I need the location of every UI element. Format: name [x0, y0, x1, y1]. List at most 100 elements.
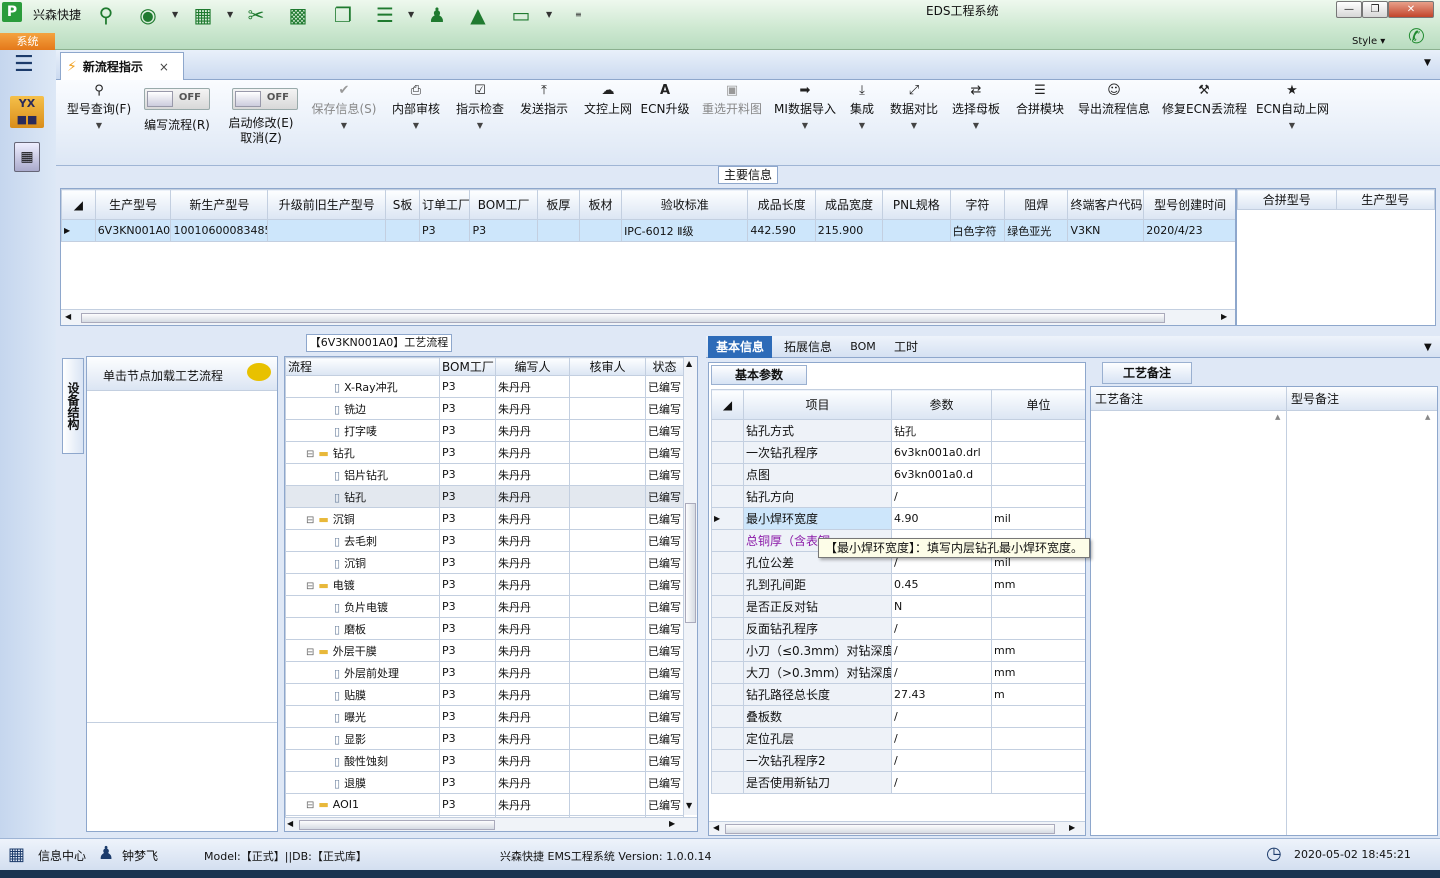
list-icon[interactable]: ☰: [372, 4, 398, 26]
process-bom-cell[interactable]: P3: [439, 727, 496, 750]
param-name-cell[interactable]: 叠板数: [743, 705, 892, 728]
process-status-cell[interactable]: 已编写: [645, 419, 684, 442]
tab-new-process[interactable]: ⚡ 新流程指示 ×: [60, 52, 184, 80]
scroll-right-icon[interactable]: ▶: [1069, 823, 1075, 832]
process-bom-cell[interactable]: P3: [439, 771, 496, 794]
tab-process-remark[interactable]: 工艺备注: [1102, 362, 1192, 384]
column-header[interactable]: 订单工厂: [418, 189, 471, 220]
tab-bom[interactable]: BOM: [846, 336, 880, 358]
param-row[interactable]: 点图 6v3kn001a0.d: [711, 463, 1085, 486]
process-reviewer-cell[interactable]: [569, 507, 646, 530]
ecn-auto-online-button[interactable]: ★ ECN自动上网 ▼: [1256, 82, 1329, 130]
process-node-cell[interactable]: ⊟ ▬ AOI1: [285, 793, 440, 816]
scroll-left-icon[interactable]: ◀: [713, 823, 719, 832]
table-cell[interactable]: P3: [469, 219, 538, 242]
horizontal-scrollbar[interactable]: ◀ ▶: [285, 817, 697, 831]
param-value-cell[interactable]: /: [891, 661, 992, 684]
scroll-right-icon[interactable]: ▶: [669, 819, 675, 828]
process-node-cell[interactable]: ⊟ ▬ 外层干膜: [285, 639, 440, 662]
process-status-cell[interactable]: 已编写: [645, 573, 684, 596]
process-tree-row[interactable]: ▯ 贴膜 P3 朱丹丹 已编写: [285, 683, 684, 706]
model-remark-scrollbar[interactable]: ▲: [1425, 413, 1437, 833]
param-name-cell[interactable]: 反面钻孔程序: [743, 617, 892, 640]
process-status-cell[interactable]: 已编写: [645, 639, 684, 662]
scroll-up-icon[interactable]: ▲: [1275, 413, 1287, 421]
process-status-cell[interactable]: 已编写: [645, 595, 684, 618]
data-compare-button[interactable]: ⤢ 数据对比 ▼: [886, 82, 942, 130]
process-node-cell[interactable]: ▯ 曝光: [285, 705, 440, 728]
chevron-down-icon[interactable]: ▼: [546, 10, 552, 19]
process-bom-cell[interactable]: P3: [439, 683, 496, 706]
column-header[interactable]: 生产型号: [94, 189, 172, 220]
factory-icon[interactable]: YX ■■: [10, 96, 44, 128]
close-tab-icon[interactable]: ×: [159, 60, 169, 74]
param-unit-cell[interactable]: [991, 727, 1085, 750]
remark-scrollbar[interactable]: ▲: [1275, 413, 1287, 833]
param-row[interactable]: ▶ 最小焊环宽度 4.90 mil: [711, 507, 1085, 530]
param-value-cell[interactable]: 0.45: [891, 573, 992, 596]
process-tree-row[interactable]: ▯ X-Ray冲孔 P3 朱丹丹 已编写: [285, 375, 684, 398]
process-writer-cell[interactable]: 朱丹丹: [495, 573, 570, 596]
table-cell[interactable]: [578, 219, 623, 242]
process-reviewer-cell[interactable]: [569, 441, 646, 464]
process-node-cell[interactable]: ⊟ ▬ 钻孔: [285, 441, 440, 464]
process-node-cell[interactable]: ▯ 酸性蚀刻: [285, 749, 440, 772]
column-header[interactable]: 阻焊: [1004, 189, 1069, 220]
param-name-cell[interactable]: 大刀（>0.3mm）对钻深度: [743, 661, 892, 684]
process-bom-cell[interactable]: P3: [439, 463, 496, 486]
param-row[interactable]: 一次钻孔程序 6v3kn001a0.drl: [711, 441, 1085, 464]
scroll-left-icon[interactable]: ◀: [287, 819, 293, 828]
param-unit-cell[interactable]: [991, 705, 1085, 728]
param-value-cell[interactable]: 4.90: [891, 507, 992, 530]
process-writer-cell[interactable]: 朱丹丹: [495, 639, 570, 662]
param-name-cell[interactable]: 一次钻孔程序: [743, 441, 892, 464]
table-cell[interactable]: [385, 219, 420, 242]
tab-extended-info[interactable]: 拓展信息: [778, 336, 838, 358]
model-query-button[interactable]: ⚲ 型号查询(F) ▼: [64, 82, 134, 130]
table-cell[interactable]: 442.590: [747, 219, 816, 242]
param-row[interactable]: 孔到孔间距 0.45 mm: [711, 573, 1085, 596]
param-unit-cell[interactable]: [991, 441, 1085, 464]
column-header[interactable]: 新生产型号: [170, 189, 269, 220]
table-cell[interactable]: 绿色亚光: [1004, 219, 1069, 242]
collapse-icon[interactable]: ⊟: [306, 449, 314, 460]
process-bom-cell[interactable]: P3: [439, 749, 496, 772]
repair-ecn-button[interactable]: ⚒ 修复ECN丢流程: [1162, 82, 1247, 117]
column-header[interactable]: 终端客户代码: [1067, 189, 1145, 220]
scroll-up-icon[interactable]: ▲: [1425, 413, 1437, 421]
horizontal-scrollbar[interactable]: ◀ ▶: [709, 821, 1085, 835]
process-bom-cell[interactable]: P3: [439, 595, 496, 618]
process-node-cell[interactable]: ▯ 贴膜: [285, 683, 440, 706]
merge-module-button[interactable]: ☰ 合拼模块: [1012, 82, 1068, 117]
param-value-cell[interactable]: /: [891, 727, 992, 750]
column-header[interactable]: 项目: [743, 389, 892, 420]
chart-icon[interactable]: ▲: [465, 4, 491, 26]
process-status-cell[interactable]: 已编写: [645, 683, 684, 706]
tab-basic-params[interactable]: 基本参数: [711, 365, 807, 385]
process-bom-cell[interactable]: P3: [439, 375, 496, 398]
integrate-button[interactable]: ⤓ 集成 ▼: [844, 82, 880, 130]
process-tree-row[interactable]: ⊟ ▬ 沉铜 P3 朱丹丹 已编写: [285, 507, 684, 530]
process-status-cell[interactable]: 已编写: [645, 793, 684, 816]
doc-control-online-button[interactable]: ☁ 文控上网: [580, 82, 636, 117]
process-writer-cell[interactable]: 朱丹丹: [495, 727, 570, 750]
start-modify-toggle[interactable]: OFF: [232, 88, 298, 110]
scroll-up-icon[interactable]: ▲: [686, 359, 692, 368]
user-icon[interactable]: ♟: [424, 4, 450, 26]
process-reviewer-cell[interactable]: [569, 529, 646, 552]
process-tree-row[interactable]: ▯ 外层前处理 P3 朱丹丹 已编写: [285, 661, 684, 684]
param-value-cell[interactable]: 钻孔: [891, 419, 992, 442]
process-tree-row[interactable]: ▯ 磨板 P3 朱丹丹 已编写: [285, 617, 684, 640]
process-node-cell[interactable]: ▯ 钻孔: [285, 485, 440, 508]
process-reviewer-cell[interactable]: [569, 573, 646, 596]
process-tree-row[interactable]: ⊟ ▬ AOI1 P3 朱丹丹 已编写: [285, 793, 684, 816]
process-tree-row[interactable]: ⊟ ▬ 电镀 P3 朱丹丹 已编写: [285, 573, 684, 596]
table-cell[interactable]: 2020/4/23: [1143, 219, 1235, 242]
process-reviewer-cell[interactable]: [569, 683, 646, 706]
param-unit-cell[interactable]: [991, 617, 1085, 640]
column-header[interactable]: 字符: [949, 189, 1006, 220]
vertical-scrollbar[interactable]: ▲ ▼: [683, 357, 697, 815]
collapse-icon[interactable]: ⊟: [306, 647, 314, 658]
process-writer-cell[interactable]: 朱丹丹: [495, 793, 570, 816]
detail-menu-chevron-icon[interactable]: ▼: [1424, 342, 1432, 353]
